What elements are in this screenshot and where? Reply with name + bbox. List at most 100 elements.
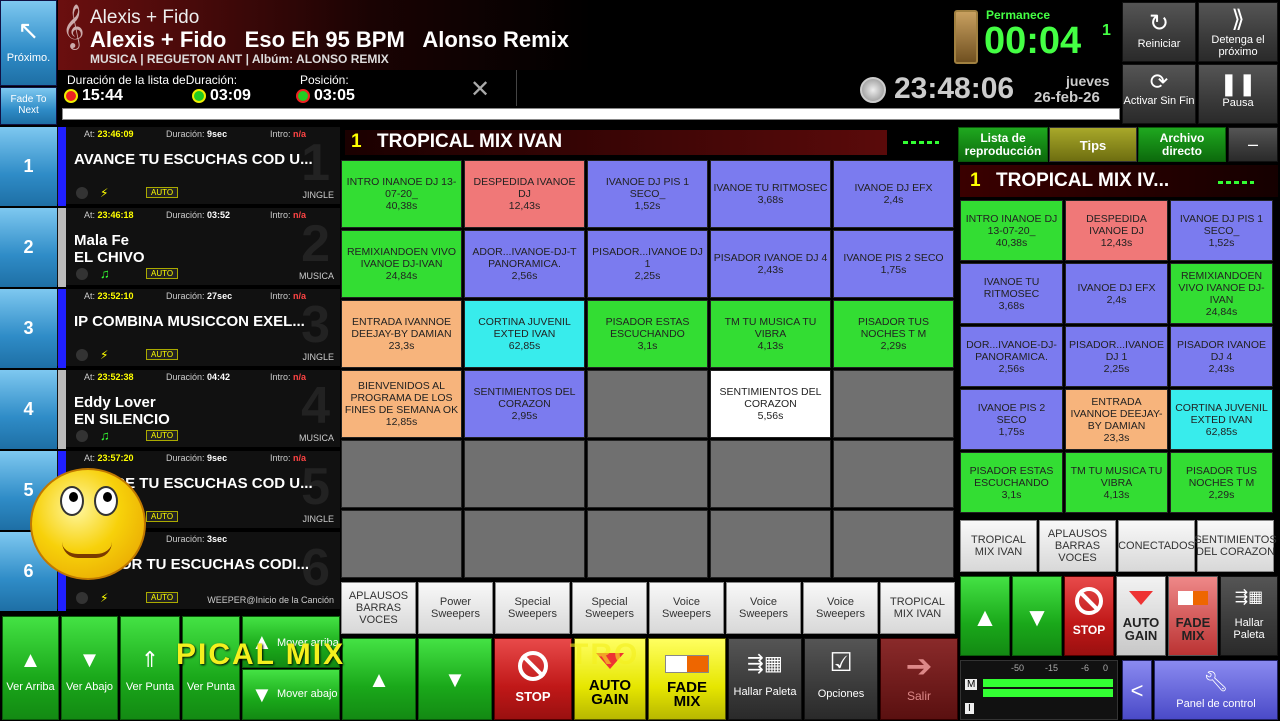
auto-badge[interactable]: AUTO [146, 187, 179, 198]
dj-cross-icon[interactable]: ✕ [470, 75, 490, 104]
cart-button[interactable]: PISADOR TUS NOCHES T M 2,29s [833, 300, 954, 368]
auto-badge[interactable]: AUTO [146, 268, 179, 279]
stop-button[interactable]: STOP [494, 638, 572, 720]
page-tab[interactable]: TROPICAL MIX IVAN [960, 520, 1037, 572]
cart-button[interactable]: BIENVENIDOS AL PROGRAMA DE LOS FINES DE … [341, 370, 462, 438]
right-fademix-button[interactable]: FADE MIX [1168, 576, 1218, 656]
cart-button[interactable]: TM TU MUSICA TU VIBRA 4,13s [710, 300, 831, 368]
playlist-item-number[interactable]: 1 [0, 127, 57, 206]
fade-to-next-button[interactable]: Fade To Next [0, 87, 57, 125]
cart-button[interactable]: IVANOE TU RITMOSEC 3,68s [960, 263, 1063, 324]
auto-badge[interactable]: AUTO [146, 430, 179, 441]
page-tab[interactable]: APLAUSOS BARRAS VOCES [1039, 520, 1116, 572]
next-button[interactable]: ↖ Próximo. [0, 0, 57, 86]
page-tab[interactable]: CONECTADOS [1118, 520, 1195, 572]
page-tab[interactable]: Voice Sweepers [726, 582, 801, 634]
cart-button[interactable]: PISADOR ESTAS ESCUCHANDO 3,1s [960, 452, 1063, 513]
page-tab[interactable]: APLAUSOS BARRAS VOCES [341, 582, 416, 634]
cart-button[interactable]: SENTIMIENTOS DEL CORAZON 5,56s [710, 370, 831, 438]
tab-playlist[interactable]: Lista de reproducción [958, 127, 1048, 162]
activate-loop-button[interactable]: ⟳ Activar Sin Fin [1122, 64, 1196, 124]
view-down-button[interactable]: ▼ Ver Abajo [61, 616, 118, 720]
cart-button[interactable]: PISADOR IVANOE DJ 4 2,43s [710, 230, 831, 298]
cart-button[interactable]: ADOR...IVANOE-DJ-T PANORAMICA. 2,56s [464, 230, 585, 298]
stop-next-button[interactable]: ⟫ Detenga el próximo [1198, 2, 1278, 62]
cart-button[interactable] [341, 510, 462, 578]
cart-button[interactable]: INTRO INANOE DJ 13-07-20_ 40,38s [960, 200, 1063, 261]
view-point-button[interactable]: ⇑ Ver Punta [120, 616, 180, 720]
exit-button[interactable]: ➔ Salir [880, 638, 958, 720]
control-panel-button[interactable]: 🔧︎ Panel de control [1154, 660, 1278, 720]
cart-button[interactable] [587, 440, 708, 508]
tab-direct-file[interactable]: Archivo directo [1138, 127, 1226, 162]
cart-button[interactable] [587, 370, 708, 438]
cart-button[interactable]: IVANOE DJ EFX 2,4s [1065, 263, 1168, 324]
playlist-item[interactable]: 3 3 At: 23:52:10 Duración: 27sec Intro: n/a I… [0, 289, 340, 368]
cart-button[interactable] [587, 510, 708, 578]
cart-button[interactable] [464, 510, 585, 578]
progress-bar[interactable] [62, 108, 1120, 120]
page-tab[interactable]: SENTIMIENTOS DEL CORAZON [1194, 520, 1277, 572]
cart-button[interactable] [341, 440, 462, 508]
minimize-button[interactable]: – [1228, 127, 1278, 162]
page-tab[interactable]: Voice Sweepers [649, 582, 724, 634]
right-autogain-button[interactable]: AUTO GAIN [1116, 576, 1166, 656]
page-tab[interactable]: Special Sweepers [572, 582, 647, 634]
page-tab[interactable]: Special Sweepers [495, 582, 570, 634]
cart-button[interactable]: ENTRADA IVANNOE DEEJAY-BY DAMIAN 23,3s [341, 300, 462, 368]
fademix-button[interactable]: FADE MIX [648, 638, 726, 720]
cart-button[interactable]: IVANOE TU RITMOSEC 3,68s [710, 160, 831, 228]
playlist-item-number[interactable]: 4 [0, 370, 57, 449]
cart-button[interactable]: CORTINA JUVENIL EXTED IVAN 62,85s [464, 300, 585, 368]
auto-badge[interactable]: AUTO [146, 349, 179, 360]
cart-button[interactable] [833, 370, 954, 438]
cart-button[interactable]: REMIXIANDOEN VIVO IVANOE DJ-IVAN 24,84s [341, 230, 462, 298]
pause-button[interactable]: ❚❚ Pausa [1198, 64, 1278, 124]
playlist-item[interactable]: 1 1 At: 23:46:09 Duración: 9sec Intro: n/a AV… [0, 127, 340, 206]
cart-button[interactable]: INTRO INANOE DJ 13-07-20_ 40,38s [341, 160, 462, 228]
cart-button[interactable]: DOR...IVANOE-DJ- PANORAMICA. 2,56s [960, 326, 1063, 387]
page-tab[interactable]: Power Sweepers [418, 582, 493, 634]
tab-tips[interactable]: Tips [1049, 127, 1137, 162]
cart-button[interactable]: IVANOE DJ PIS 1 SECO_ 1,52s [587, 160, 708, 228]
cart-button[interactable]: IVANOE DJ EFX 2,4s [833, 160, 954, 228]
cart-button[interactable]: CORTINA JUVENIL EXTED IVAN 62,85s [1170, 389, 1273, 450]
cart-button[interactable]: ENTRADA IVANNOE DEEJAY-BY DAMIAN 23,3s [1065, 389, 1168, 450]
find-palette-button[interactable]: ⇶▦ Hallar Paleta [728, 638, 802, 720]
cart-button[interactable]: PISADOR ESTAS ESCUCHANDO 3,1s [587, 300, 708, 368]
cart-button[interactable]: PISADOR IVANOE DJ 4 2,43s [1170, 326, 1273, 387]
grid-up-button[interactable]: ▲ [342, 638, 416, 720]
restart-button[interactable]: ↻ Reiniciar [1122, 2, 1196, 62]
move-down-button[interactable]: ▼ Mover abajo [242, 669, 340, 720]
cart-button[interactable] [710, 510, 831, 578]
cart-button[interactable] [464, 440, 585, 508]
right-move-down-button[interactable]: ▼ [1012, 576, 1062, 656]
page-tab[interactable]: TROPICAL MIX IVAN [880, 582, 955, 634]
playlist-item[interactable]: 2 2 At: 23:46:18 Duración: 03:52 Intro: n/a M… [0, 208, 340, 287]
cart-button[interactable]: PISADOR...IVANOE DJ 1 2,25s [1065, 326, 1168, 387]
right-find-palette-button[interactable]: ⇶▦ Hallar Paleta [1220, 576, 1278, 656]
page-tab[interactable]: Voice Sweepers [803, 582, 878, 634]
playlist-item[interactable]: 4 4 At: 23:52:38 Duración: 04:42 Intro: n/a E… [0, 370, 340, 449]
cart-button[interactable]: SENTIMIENTOS DEL CORAZON 2,95s [464, 370, 585, 438]
view-up-button[interactable]: ▲ Ver Arriba [2, 616, 59, 720]
cart-button[interactable]: DESPEDIDA IVANOE DJ 12,43s [464, 160, 585, 228]
auto-badge[interactable]: AUTO [146, 511, 179, 522]
playlist-item-number[interactable]: 2 [0, 208, 57, 287]
playlist-item-number[interactable]: 3 [0, 289, 57, 368]
cart-button[interactable] [710, 440, 831, 508]
right-move-up-button[interactable]: ▲ [960, 576, 1010, 656]
cart-button[interactable] [833, 440, 954, 508]
back-button[interactable]: < [1122, 660, 1152, 720]
cart-button[interactable]: IVANOE DJ PIS 1 SECO_ 1,52s [1170, 200, 1273, 261]
cart-button[interactable] [833, 510, 954, 578]
cart-button[interactable]: IVANOE PIS 2 SECO 1,75s [833, 230, 954, 298]
cart-button[interactable]: IVANOE PIS 2 SECO 1,75s [960, 389, 1063, 450]
grid-down-button[interactable]: ▼ [418, 638, 492, 720]
options-button[interactable]: ☑ Opciones [804, 638, 878, 720]
cart-button[interactable]: DESPEDIDA IVANOE DJ 12,43s [1065, 200, 1168, 261]
cart-button[interactable]: PISADOR...IVANOE DJ 1 2,25s [587, 230, 708, 298]
right-stop-button[interactable]: STOP [1064, 576, 1114, 656]
auto-badge[interactable]: AUTO [146, 592, 179, 603]
cart-button[interactable]: REMIXIANDOEN VIVO IVANOE DJ-IVAN 24,84s [1170, 263, 1273, 324]
